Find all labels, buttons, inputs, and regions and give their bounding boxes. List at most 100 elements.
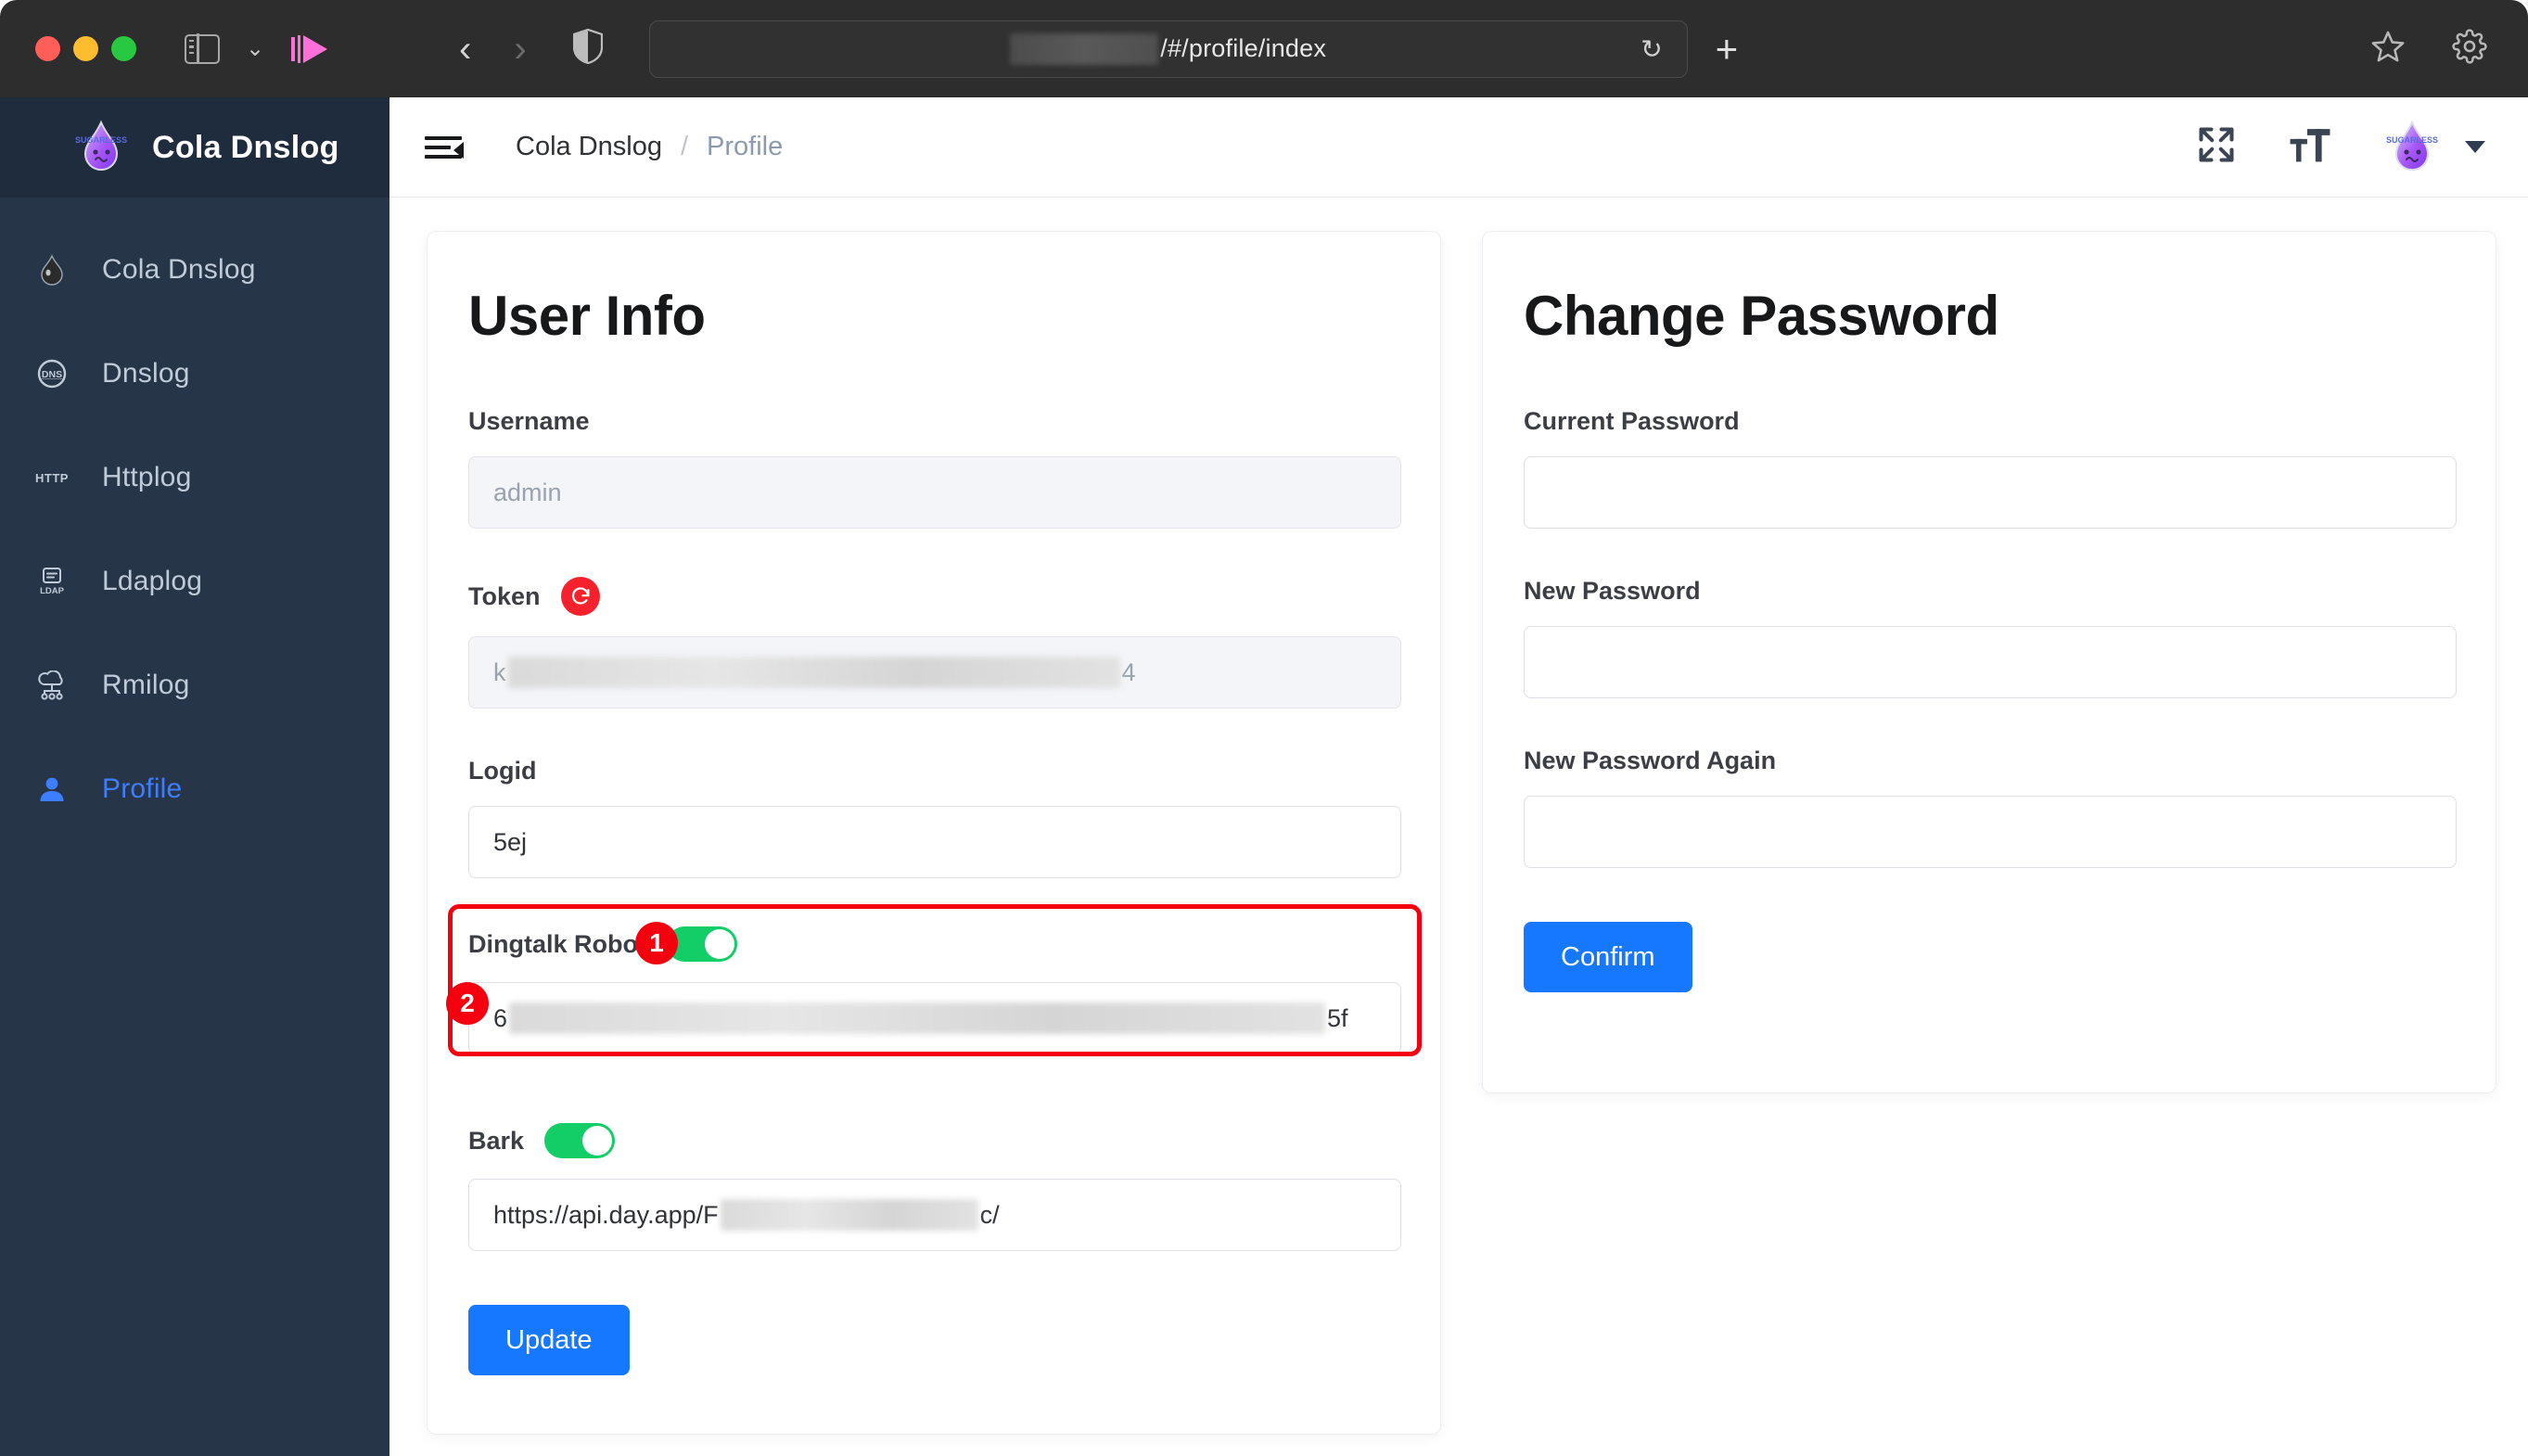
sidebar: SUGARLESS Cola Dnslog Cola Dnslog DNS Dn… xyxy=(0,97,389,1456)
browser-toolbar-right xyxy=(2370,29,2487,69)
sidebar-item-httplog[interactable]: HTTP Httplog xyxy=(0,426,389,530)
address-bar[interactable]: /#/profile/index ↻ xyxy=(648,19,1688,78)
browser-chrome: ⌄ ‹ › /#/profile/index ↻ + xyxy=(0,0,2528,97)
collapse-menu-icon[interactable] xyxy=(425,131,464,164)
minimize-window-button[interactable] xyxy=(73,36,98,61)
bark-url-input[interactable]: https://api.day.app/F c/ xyxy=(468,1179,1401,1251)
token-field-group: Token k 4 xyxy=(468,577,1401,709)
maximize-window-button[interactable] xyxy=(111,36,136,61)
avatar: SUGARLESS xyxy=(2383,119,2441,176)
new-password-again-label: New Password Again xyxy=(1524,747,1777,774)
media-playback-icon[interactable] xyxy=(290,33,329,65)
sidebar-brand[interactable]: SUGARLESS Cola Dnslog xyxy=(0,97,389,198)
sidebar-item-dnslog[interactable]: DNS Dnslog xyxy=(0,322,389,426)
user-info-card: User Info Username admin Token k 4 Logid… xyxy=(427,231,1441,1435)
bark-value-prefix: https://api.day.app/F xyxy=(493,1200,719,1229)
current-password-label: Current Password xyxy=(1524,407,1740,435)
dingtalk-value-prefix: 6 xyxy=(493,1003,508,1032)
chevron-down-icon[interactable] xyxy=(2465,141,2485,153)
dns-globe-icon: DNS xyxy=(33,358,70,390)
breadcrumb-root[interactable]: Cola Dnslog xyxy=(516,132,662,162)
breadcrumb-current: Profile xyxy=(707,132,784,161)
sidebar-item-ldaplog[interactable]: LDAP Ldaplog xyxy=(0,530,389,633)
chevron-down-icon[interactable]: ⌄ xyxy=(244,37,266,60)
browser-navigation-arrows: ‹ › xyxy=(459,31,527,68)
bark-redacted xyxy=(720,1199,978,1231)
reload-button[interactable]: ↻ xyxy=(1641,33,1662,64)
token-input[interactable]: k 4 xyxy=(468,636,1401,709)
token-label: Token xyxy=(468,581,541,610)
sidebar-item-cola-dnslog[interactable]: Cola Dnslog xyxy=(0,218,389,322)
app-window: SUGARLESS Cola Dnslog Cola Dnslog DNS Dn… xyxy=(0,97,2528,1456)
top-header-bar: Cola Dnslog / Profile SUGARLESS xyxy=(389,97,2528,198)
username-value: admin xyxy=(493,478,562,506)
sidebar-item-rmilog[interactable]: Rmilog xyxy=(0,633,389,737)
sidebar-item-label: Ldaplog xyxy=(102,566,203,596)
annotation-badge-2: 2 xyxy=(446,982,489,1025)
page-title: User Info xyxy=(468,285,706,347)
new-password-input[interactable] xyxy=(1524,626,2457,698)
sidebar-nav: Cola Dnslog DNS Dnslog HTTP Httplog LDAP… xyxy=(0,198,389,841)
token-value-prefix: k xyxy=(493,658,506,686)
new-tab-button[interactable]: + xyxy=(1716,29,1739,69)
fullscreen-expand-icon[interactable] xyxy=(2196,124,2237,170)
http-icon: HTTP xyxy=(35,470,69,485)
ldap-icon: LDAP xyxy=(33,566,70,597)
breadcrumb: Cola Dnslog / Profile xyxy=(516,132,783,162)
brand-name: Cola Dnslog xyxy=(152,129,339,165)
sugarless-cola-drop-logo-icon: SUGARLESS xyxy=(72,119,130,176)
current-password-input[interactable] xyxy=(1524,456,2457,529)
url-path: /#/profile/index xyxy=(1160,34,1327,62)
svg-text:SUGARLESS: SUGARLESS xyxy=(2386,135,2438,145)
user-icon xyxy=(33,774,70,804)
logid-label: Logid xyxy=(468,757,537,785)
url-redacted-host xyxy=(1010,32,1159,65)
window-traffic-lights xyxy=(35,36,136,61)
url-text: /#/profile/index xyxy=(1010,32,1327,65)
refresh-icon[interactable] xyxy=(560,577,600,616)
sidebar-item-label: Httplog xyxy=(102,462,192,492)
new-password-again-field-group: New Password Again xyxy=(1524,747,2457,868)
dingtalk-label: Dingtalk Robot xyxy=(468,929,646,958)
change-password-title: Change Password xyxy=(1524,285,1999,347)
logid-input[interactable]: 5ej xyxy=(468,806,1401,878)
star-icon[interactable] xyxy=(2370,29,2406,69)
token-value-suffix: 4 xyxy=(1121,658,1136,686)
user-avatar-menu[interactable]: SUGARLESS xyxy=(2383,119,2485,176)
logid-value: 5ej xyxy=(493,827,528,856)
svg-text:SUGARLESS: SUGARLESS xyxy=(75,135,127,145)
svg-text:DNS: DNS xyxy=(42,369,62,380)
main-content: User Info Username admin Token k 4 Logid… xyxy=(389,198,2528,1456)
dingtalk-value-suffix: 5f xyxy=(1327,1003,1348,1032)
username-label: Username xyxy=(468,407,590,435)
dingtalk-webhook-input[interactable]: 6 5f xyxy=(468,982,1401,1054)
close-window-button[interactable] xyxy=(35,36,60,61)
annotation-badge-1: 1 xyxy=(635,922,678,964)
svg-text:LDAP: LDAP xyxy=(40,586,65,596)
rmi-cloud-icon xyxy=(33,671,70,700)
header-actions: SUGARLESS xyxy=(2196,119,2485,176)
new-password-again-input[interactable] xyxy=(1524,796,2457,868)
new-password-field-group: New Password xyxy=(1524,577,2457,698)
sidebar-item-label: Rmilog xyxy=(102,670,190,700)
confirm-button[interactable]: Confirm xyxy=(1524,922,1692,992)
update-button[interactable]: Update xyxy=(468,1305,630,1375)
back-button[interactable]: ‹ xyxy=(459,31,471,68)
forward-button[interactable]: › xyxy=(514,31,526,68)
sidebar-item-profile[interactable]: Profile xyxy=(0,737,389,841)
shield-icon[interactable] xyxy=(572,28,603,69)
sidebar-item-label: Cola Dnslog xyxy=(102,254,256,285)
change-password-card: Change Password Current Password New Pas… xyxy=(1482,231,2496,1093)
username-input[interactable]: admin xyxy=(468,456,1401,529)
bark-label: Bark xyxy=(468,1126,525,1155)
sidebar-item-label: Dnslog xyxy=(102,358,190,389)
bark-field-group: Bark https://api.day.app/F c/ xyxy=(468,1123,1401,1251)
browser-sidebar-toggle-icon[interactable] xyxy=(185,33,220,64)
bark-value-suffix: c/ xyxy=(979,1200,1000,1229)
username-field-group: Username admin xyxy=(468,407,1401,529)
gear-icon[interactable] xyxy=(2452,29,2487,69)
dingtalk-field-group: Dingtalk Robot 6 5f 1 2 xyxy=(446,904,1422,1056)
current-password-field-group: Current Password xyxy=(1524,407,2457,529)
bark-toggle[interactable] xyxy=(544,1123,616,1158)
font-size-icon[interactable] xyxy=(2289,124,2331,170)
